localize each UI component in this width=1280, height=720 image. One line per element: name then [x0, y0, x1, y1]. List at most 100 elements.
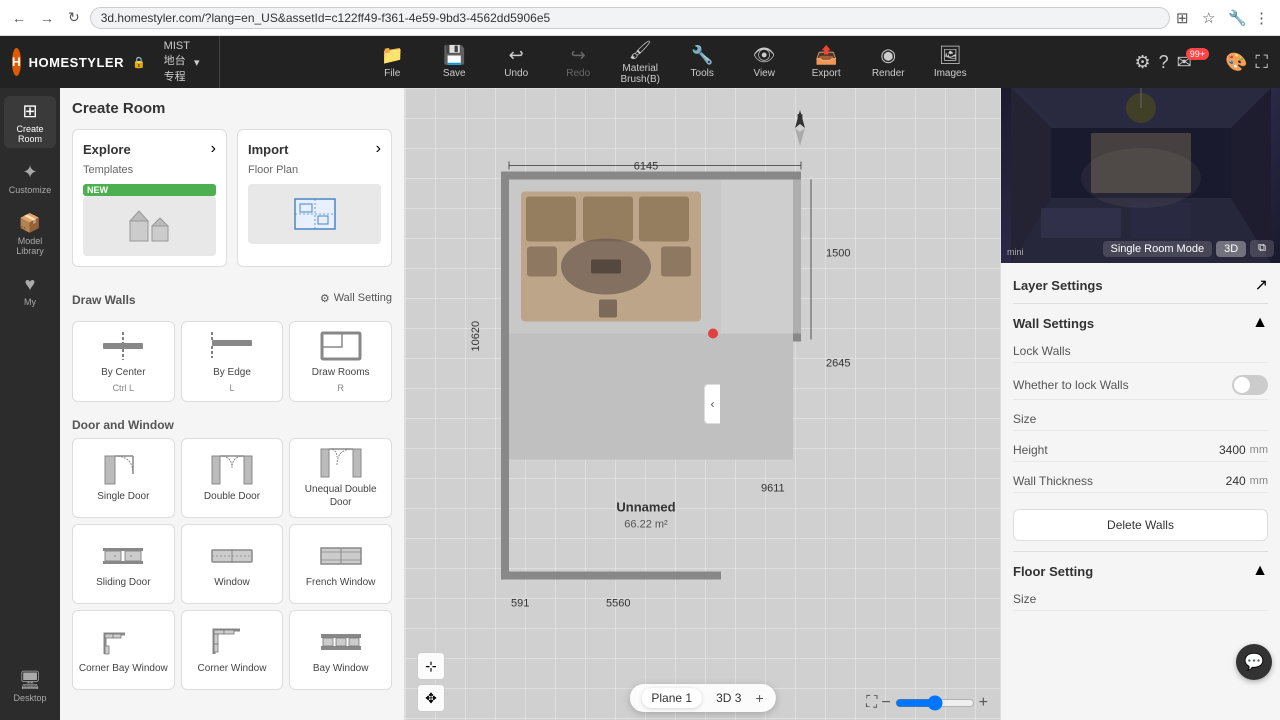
svg-text:Unnamed: Unnamed	[616, 500, 675, 515]
copy-btn[interactable]: ⧉	[1250, 240, 1274, 257]
svg-text:1500: 1500	[826, 248, 850, 260]
undo-btn[interactable]: ↩ Undo	[486, 36, 546, 88]
wall-thickness-label: Wall Thickness	[1013, 474, 1093, 488]
nav-forward-btn[interactable]: →	[36, 8, 58, 28]
layer-settings-header[interactable]: Layer Settings ↗	[1013, 275, 1268, 295]
view-btn[interactable]: 👁 View	[734, 36, 794, 88]
size-row: Size	[1013, 408, 1268, 431]
wall-settings-header[interactable]: Wall Settings ▲	[1013, 314, 1268, 332]
export-btn[interactable]: 📤 Export	[796, 36, 856, 88]
by-edge-shortcut: L	[229, 383, 234, 393]
3d-btn[interactable]: 3D	[1216, 241, 1246, 257]
images-btn[interactable]: 🖼 Images	[920, 36, 980, 88]
explore-card[interactable]: Explore › Templates NEW	[72, 129, 227, 267]
corner-bay-window-tool[interactable]: Corner Bay Window	[72, 610, 175, 690]
window-tool[interactable]: Window	[181, 524, 284, 604]
floor-setting-header[interactable]: Floor Setting ▲	[1013, 562, 1268, 580]
url-bar[interactable]	[90, 7, 1170, 29]
corner-bay-window-label: Corner Bay Window	[79, 662, 168, 675]
nav-refresh-btn[interactable]: ↻	[64, 7, 84, 28]
main-area: ⊞ Create Room ✦ Customize 📦 Model Librar…	[0, 88, 1280, 720]
sidebar-item-customize[interactable]: ✦ Customize	[4, 152, 56, 204]
render-btn[interactable]: ◉ Render	[858, 36, 918, 88]
wall-height-value: 3400	[1219, 443, 1246, 457]
lock-walls-label: Lock Walls	[1013, 344, 1071, 358]
svg-text:2645: 2645	[826, 358, 850, 370]
corner-window-label: Corner Window	[198, 662, 267, 675]
canvas-area[interactable]: N	[405, 88, 1000, 720]
more-icon[interactable]: ⋮	[1254, 9, 1272, 27]
save-btn[interactable]: 💾 Save	[424, 36, 484, 88]
help-icon[interactable]: ?	[1159, 52, 1169, 73]
tools-btn[interactable]: 🔧 Tools	[672, 36, 732, 88]
file-label: File	[384, 68, 400, 79]
french-window-tool[interactable]: French Window	[289, 524, 392, 604]
zoom-out-btn[interactable]: −	[881, 694, 890, 712]
material-brush-btn[interactable]: 🖌 Material Brush(B)	[610, 36, 670, 88]
wall-height-unit: mm	[1250, 444, 1268, 456]
wall-thickness-row: Wall Thickness 240 mm	[1013, 470, 1268, 493]
right-panel: mini Single Room Mode 3D ⧉ Layer Setting…	[1000, 88, 1280, 720]
export-icon: 📤	[815, 45, 837, 66]
draw-rooms-tool[interactable]: Draw Rooms R	[289, 321, 392, 402]
pan-tool-btn[interactable]: ✥	[417, 684, 445, 712]
sliding-door-tool[interactable]: Sliding Door	[72, 524, 175, 604]
single-room-mode-btn[interactable]: Single Room Mode	[1103, 241, 1213, 257]
import-card[interactable]: Import › Floor Plan	[237, 129, 392, 267]
sidebar-item-desktop[interactable]: 🖥 Desktop	[4, 660, 56, 712]
preview-image	[1001, 88, 1280, 263]
lock-walls-toggle[interactable]	[1232, 375, 1268, 395]
user-label: MIST地台专程	[164, 40, 190, 84]
select-tool-btn[interactable]: ⊹	[417, 652, 445, 680]
unequal-double-door-tool[interactable]: Unequal Double Door	[289, 438, 392, 518]
lock-icon: 🔒	[132, 56, 146, 69]
fullscreen-icon[interactable]: ⛶	[1255, 52, 1268, 73]
import-card-header: Import ›	[248, 140, 381, 158]
zoom-fit-btn[interactable]: ⛶	[866, 694, 877, 712]
palette-icon[interactable]: 🎨	[1225, 52, 1247, 73]
user-area[interactable]: MIST地台专程 ▾	[154, 40, 210, 84]
double-door-tool[interactable]: Double Door	[181, 438, 284, 518]
add-tab-btn[interactable]: +	[755, 690, 763, 706]
by-edge-icon	[210, 330, 254, 362]
nav-back-btn[interactable]: ←	[8, 8, 30, 28]
export-label: Export	[812, 68, 841, 79]
images-icon: 🖼	[939, 45, 962, 66]
import-subtitle: Floor Plan	[248, 164, 381, 176]
canvas-tab-3d3[interactable]: 3D 3	[706, 688, 751, 708]
canvas-zoom-controls: ⛶ − +	[866, 694, 988, 712]
double-door-icon	[210, 454, 254, 486]
file-icon: 📁	[381, 45, 403, 66]
delete-walls-btn[interactable]: Delete Walls	[1013, 509, 1268, 541]
bay-window-tool[interactable]: Bay Window	[289, 610, 392, 690]
user-dropdown-icon: ▾	[194, 56, 200, 69]
sidebar-item-my[interactable]: ♥ My	[4, 264, 56, 316]
extensions-icon[interactable]: 🔧	[1228, 9, 1246, 27]
redo-btn[interactable]: ↪ Redo	[548, 36, 608, 88]
wall-settings-title: Wall Settings	[1013, 316, 1094, 331]
settings-icon[interactable]: ⚙	[1134, 52, 1150, 73]
svg-text:591: 591	[511, 598, 529, 610]
file-btn[interactable]: 📁 File	[362, 36, 422, 88]
corner-window-tool[interactable]: Corner Window	[181, 610, 284, 690]
by-edge-tool[interactable]: By Edge L	[181, 321, 284, 402]
floor-setting-collapse-icon: ▲	[1252, 562, 1268, 580]
explore-card-header: Explore ›	[83, 140, 216, 158]
right-panel-collapse-btn[interactable]: ‹	[704, 384, 720, 424]
bookmark-icon[interactable]: ☆	[1202, 9, 1220, 27]
draw-rooms-icon	[319, 330, 363, 362]
canvas-tab-plane1[interactable]: Plane 1	[641, 688, 702, 708]
whether-lock-label: Whether to lock Walls	[1013, 378, 1129, 392]
sidebar-item-create-room[interactable]: ⊞ Create Room	[4, 96, 56, 148]
sidebar-item-model-library[interactable]: 📦 Model Library	[4, 208, 56, 260]
model-library-icon: 📦	[19, 213, 41, 234]
single-door-tool[interactable]: Single Door	[72, 438, 175, 518]
wall-setting-btn[interactable]: ⚙ Wall Setting	[320, 292, 392, 305]
cast-icon[interactable]: ⊞	[1176, 9, 1194, 27]
draw-rooms-label: Draw Rooms	[312, 366, 370, 379]
zoom-slider[interactable]	[895, 695, 975, 711]
sidebar-item-model-library-label: Model Library	[4, 236, 56, 256]
assist-btn[interactable]: 💬	[1236, 644, 1272, 680]
by-center-tool[interactable]: By Center Ctrl L	[72, 321, 175, 402]
zoom-in-btn[interactable]: +	[979, 694, 988, 712]
